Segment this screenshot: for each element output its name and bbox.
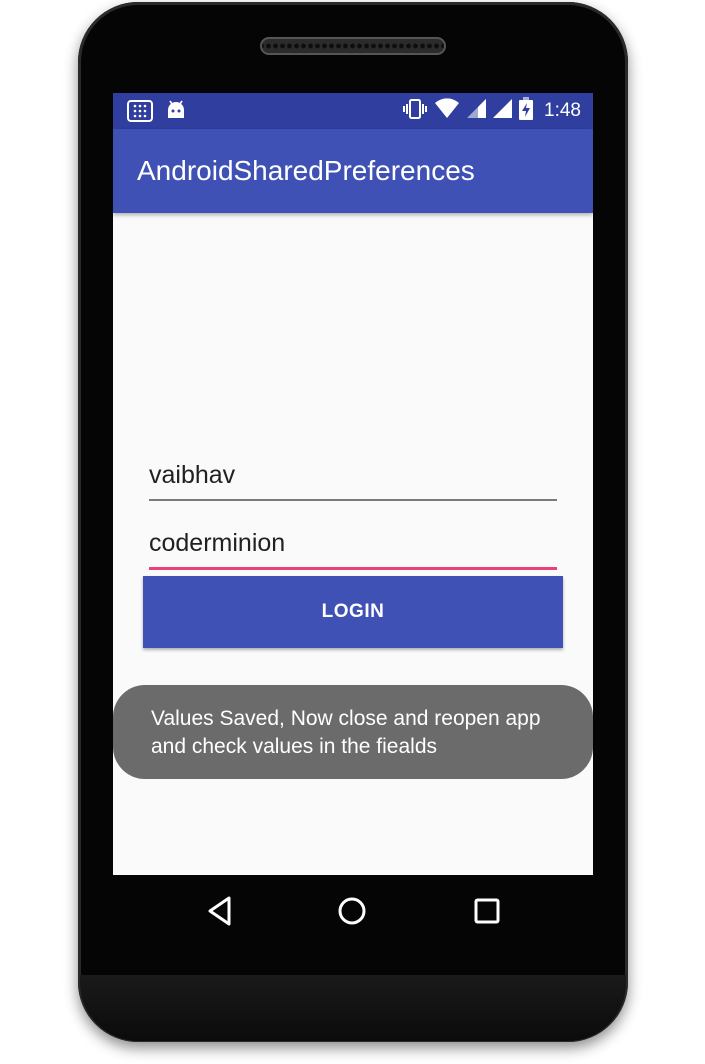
battery-charging-icon [518, 96, 534, 126]
cell-signal-2-icon [492, 98, 513, 125]
recents-icon[interactable] [472, 893, 502, 934]
app-bar: AndroidSharedPreferences [113, 129, 593, 213]
android-debug-icon [166, 100, 186, 125]
screen: 1:48 AndroidSharedPreferences LOGIN Valu… [113, 93, 593, 875]
app-title: AndroidSharedPreferences [137, 155, 475, 186]
keypad-icon [127, 100, 153, 127]
back-icon[interactable] [205, 893, 235, 934]
phone-chin [80, 975, 626, 1041]
status-bar: 1:48 [113, 93, 593, 129]
wifi-icon [434, 97, 460, 125]
password-field[interactable] [149, 523, 557, 570]
toast-message: Values Saved, Now close and reopen app a… [113, 685, 593, 779]
navigation-bar [113, 875, 593, 947]
login-button[interactable]: LOGIN [143, 576, 563, 648]
vibrate-icon [402, 98, 428, 125]
username-field[interactable] [149, 455, 557, 501]
cell-signal-icon [466, 98, 487, 125]
home-icon[interactable] [337, 893, 367, 934]
status-time: 1:48 [544, 100, 581, 121]
speaker-grille [260, 37, 446, 55]
